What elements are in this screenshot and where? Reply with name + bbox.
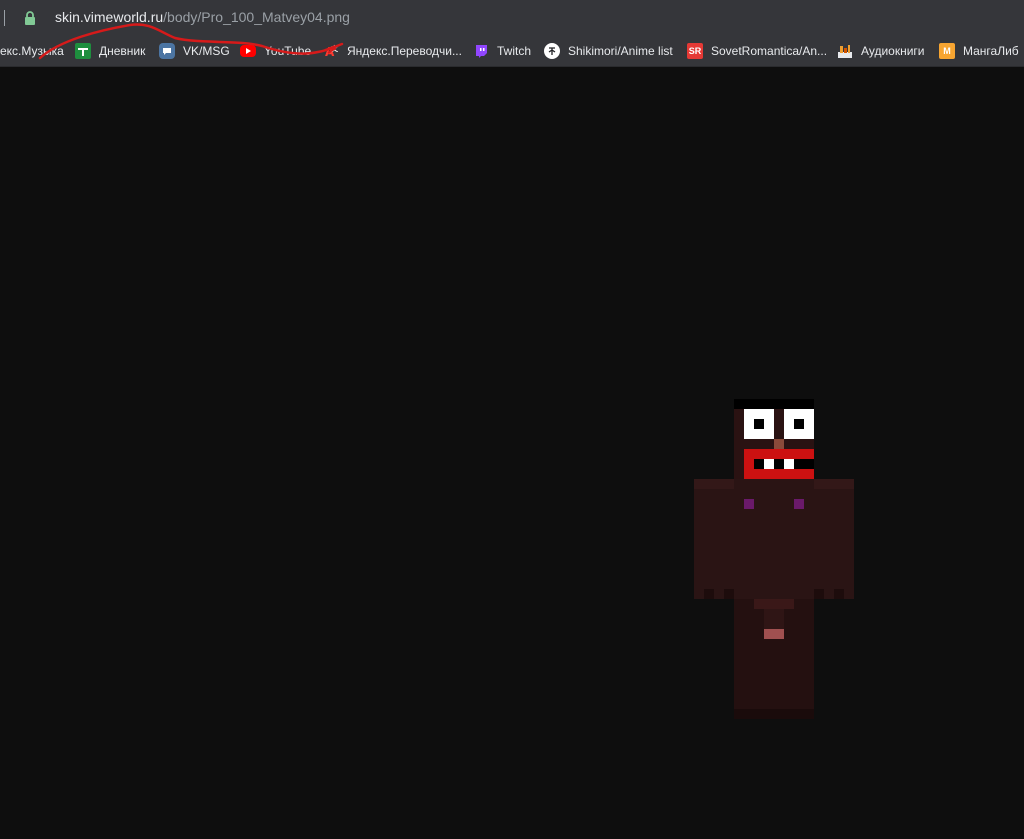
- bookmark-label: SovetRomantica/An...: [711, 44, 828, 58]
- image-viewport: [0, 67, 1024, 839]
- bookmark-label: Яндекс.Переводчи...: [347, 44, 462, 58]
- bookmark-audiobooks[interactable]: Аудиокниги: [837, 36, 925, 66]
- bookmark-label: Дневник: [99, 44, 146, 58]
- youtube-icon: [240, 45, 256, 57]
- vk-icon: [159, 43, 175, 59]
- shikimori-icon: [544, 43, 560, 59]
- minecraft-skin-image[interactable]: [694, 399, 854, 719]
- url-path: /body/Pro_100_Matvey04.png: [163, 9, 350, 25]
- bookmark-label: МангаЛиб: [963, 44, 1019, 58]
- bookmark-label: екс.Музыка: [0, 44, 64, 58]
- bookmark-twitch[interactable]: Twitch: [473, 36, 531, 66]
- audiobooks-icon: [837, 43, 853, 59]
- bookmark-label: VK/MSG: [183, 44, 230, 58]
- url-host: skin.vimeworld.ru: [55, 9, 164, 25]
- bookmark-label: Аудиокниги: [861, 44, 925, 58]
- bookmark-label: YouTube: [264, 44, 312, 58]
- bookmark-label: Shikimori/Anime list: [568, 44, 673, 58]
- bookmark-shikimori[interactable]: Shikimori/Anime list: [544, 36, 673, 66]
- mangalib-icon: M: [939, 43, 955, 59]
- bookmark-vk[interactable]: VK/MSG: [159, 36, 230, 66]
- twitch-icon: [473, 43, 489, 59]
- sovetromantica-icon: SR: [687, 43, 703, 59]
- svg-text:文: 文: [331, 44, 338, 53]
- bookmark-diary[interactable]: Дневник: [75, 36, 145, 66]
- url-field[interactable]: skin.vimeworld.ru/body/Pro_100_Matvey04.…: [55, 9, 350, 25]
- lock-icon[interactable]: [24, 11, 36, 25]
- diary-icon: [75, 43, 91, 59]
- bookmark-yandex-translate[interactable]: A文 Яндекс.Переводчи...: [323, 36, 462, 66]
- bookmark-label: Twitch: [497, 44, 532, 58]
- toolbar-divider: [4, 10, 5, 26]
- bookmark-youtube[interactable]: YouTube: [240, 36, 311, 66]
- address-bar: skin.vimeworld.ru/body/Pro_100_Matvey04.…: [0, 0, 1024, 36]
- bookmarks-bar: екс.Музыка Дневник VK/MSG YouTube A文 Янд…: [0, 36, 1024, 67]
- bookmark-sovetromantica[interactable]: SR SovetRomantica/An...: [687, 36, 827, 66]
- yandex-translate-icon: A文: [323, 43, 339, 59]
- bookmark-yandex-music[interactable]: екс.Музыка: [0, 36, 64, 66]
- bookmark-mangalib[interactable]: M МангаЛиб: [939, 36, 1019, 66]
